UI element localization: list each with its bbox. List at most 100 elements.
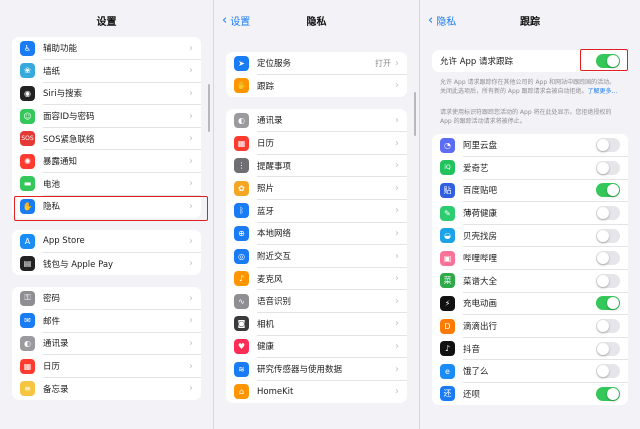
row-label: 充电动画 bbox=[463, 299, 498, 310]
list-item[interactable]: ▣ 哔哩哔哩 bbox=[432, 247, 628, 270]
contacts-icon: ◐ bbox=[20, 335, 35, 351]
tracking-toggle[interactable] bbox=[596, 160, 620, 175]
chevron-right-icon: › bbox=[189, 337, 193, 349]
wallet-icon: ▤ bbox=[20, 256, 35, 272]
list-item[interactable]: ▦ 日历 › bbox=[12, 355, 201, 378]
list-item[interactable]: ♥ 健康 › bbox=[226, 335, 407, 358]
sos-icon: SOS bbox=[20, 131, 35, 147]
row-label: 备忘录 bbox=[43, 384, 69, 395]
chevron-right-icon: › bbox=[189, 383, 193, 395]
list-item[interactable]: 贴百度贴吧 bbox=[432, 179, 628, 202]
back-button[interactable]: ‹ 隐私 bbox=[428, 0, 456, 40]
chevron-right-icon: › bbox=[189, 87, 193, 99]
list-item[interactable]: 菜菜谱大全 bbox=[432, 270, 628, 293]
scrollbar[interactable] bbox=[414, 92, 416, 136]
tracking-apps-group: ◔ 阿里云盘 iQ 爱奇艺贴百度贴吧 ✎ 薄荷健康 ◒ 贝壳找房 ▣ 哔哩哔哩菜菜谱大全 ⚡ 充电动画… bbox=[432, 134, 628, 406]
list-item[interactable]: ∿ 语音识别 › bbox=[226, 290, 407, 313]
chevron-right-icon: › bbox=[395, 205, 399, 217]
list-item[interactable]: ⋮ 提醒事项 › bbox=[226, 154, 407, 177]
chevron-right-icon: › bbox=[395, 318, 399, 330]
calendar-icon: ▦ bbox=[234, 135, 249, 151]
tracking-toggle[interactable] bbox=[596, 296, 620, 311]
list-item[interactable]: ◉ Siri与搜索 › bbox=[12, 82, 201, 105]
list-item[interactable]: ≋ 研究传感器与使用数据 › bbox=[226, 358, 407, 381]
chevron-left-icon: ‹ bbox=[428, 12, 434, 28]
list-item[interactable]: ⚡ 充电动画 bbox=[432, 292, 628, 315]
list-item[interactable]: e 饿了么 bbox=[432, 360, 628, 383]
exposure-icon: ✺ bbox=[20, 153, 35, 169]
tieba-icon: 贴 bbox=[440, 182, 455, 198]
list-item[interactable]: ☺ 面容ID与密码 › bbox=[12, 105, 201, 128]
chevron-right-icon: › bbox=[395, 340, 399, 352]
tracking-toggle[interactable] bbox=[596, 228, 620, 243]
list-item[interactable]: ✿ 照片 › bbox=[226, 177, 407, 200]
scrollbar[interactable] bbox=[208, 84, 210, 132]
wallpaper-icon: ❀ bbox=[20, 63, 35, 79]
tracking-toggle[interactable] bbox=[596, 138, 620, 153]
allow-tracking-toggle[interactable] bbox=[596, 54, 620, 68]
reminders-icon: ⋮ bbox=[234, 158, 249, 174]
row-label: 抖音 bbox=[463, 344, 481, 355]
list-item[interactable]: ⊕ 本地网络 › bbox=[226, 222, 407, 245]
list-item[interactable]: ◎ 附近交互 › bbox=[226, 245, 407, 268]
page-title: 隐私 bbox=[306, 16, 327, 28]
notes-icon: ≡ bbox=[20, 381, 35, 397]
list-item[interactable]: ♿ 辅助功能 › bbox=[12, 37, 201, 60]
list-item[interactable]: SOS SOS紧急联络 › bbox=[12, 127, 201, 150]
row-label: 研究传感器与使用数据 bbox=[257, 365, 343, 376]
chevron-right-icon: › bbox=[189, 315, 193, 327]
list-item[interactable]: ◒ 贝壳找房 bbox=[432, 224, 628, 247]
row-label: 照片 bbox=[257, 184, 275, 195]
tracking-toggle[interactable] bbox=[596, 251, 620, 266]
tracking-toggle[interactable] bbox=[596, 341, 620, 356]
douyin-icon: ♪ bbox=[440, 341, 455, 357]
appstore-icon: A bbox=[20, 233, 35, 249]
list-item[interactable]: ♪ 抖音 bbox=[432, 337, 628, 360]
local-network-icon: ⊕ bbox=[234, 225, 249, 241]
list-item[interactable]: ✋ 跟踪 › bbox=[226, 75, 407, 98]
list-item[interactable]: D 滴滴出行 bbox=[432, 315, 628, 338]
camera-icon: ◙ bbox=[234, 316, 249, 332]
recipes-icon: 菜 bbox=[440, 273, 455, 289]
tracking-toggle[interactable] bbox=[596, 319, 620, 334]
list-item[interactable]: ✺ 暴露通知 › bbox=[12, 150, 201, 173]
list-item[interactable]: ◐ 通讯录 › bbox=[226, 109, 407, 132]
list-item[interactable]: ▦ 日历 › bbox=[226, 132, 407, 155]
health-icon: ♥ bbox=[234, 338, 249, 354]
mint-health-icon: ✎ bbox=[440, 205, 455, 221]
list-item[interactable]: ❀ 墙纸 › bbox=[12, 60, 201, 83]
list-item[interactable]: ◙ 相机 › bbox=[226, 313, 407, 336]
list-item[interactable]: ➤ 定位服务 打开 › bbox=[226, 52, 407, 75]
list-item[interactable]: ▬ 电池 › bbox=[12, 173, 201, 196]
speech-icon: ∿ bbox=[234, 293, 249, 309]
learn-more-link[interactable]: 了解更多… bbox=[588, 88, 618, 95]
list-item[interactable]: ⌂ HomeKit › bbox=[226, 380, 407, 403]
list-item[interactable]: ✋ 隐私 › bbox=[12, 195, 201, 218]
list-item[interactable]: ✎ 薄荷健康 bbox=[432, 202, 628, 225]
privacy-pane: ‹ 设置 隐私 ➤ 定位服务 打开 › ✋ 跟踪 › ◐ 通讯录 › ▦ 日历 › ⋮ 提醒事项 › ✿ 照片 › ᛒ… bbox=[214, 0, 420, 429]
list-item[interactable]: ≡ 备忘录 › bbox=[12, 377, 201, 400]
tracking-toggle[interactable] bbox=[596, 206, 620, 221]
back-button[interactable]: ‹ 设置 bbox=[222, 0, 250, 40]
list-item[interactable]: ⚿ 密码 › bbox=[12, 287, 201, 310]
list-item[interactable]: ✉ 邮件 › bbox=[12, 310, 201, 333]
list-item[interactable]: ᛒ 蓝牙 › bbox=[226, 200, 407, 223]
list-item[interactable]: ◔ 阿里云盘 bbox=[432, 134, 628, 157]
list-item[interactable]: A App Store › bbox=[12, 230, 201, 253]
list-item[interactable]: ◐ 通讯录 › bbox=[12, 332, 201, 355]
row-label: 相机 bbox=[257, 319, 275, 330]
beike-icon: ◒ bbox=[440, 228, 455, 244]
settings-navbar: 设置 bbox=[0, 0, 213, 40]
row-label: 附近交互 bbox=[257, 252, 292, 263]
tracking-toggle[interactable] bbox=[596, 183, 620, 198]
tracking-toggle[interactable] bbox=[596, 386, 620, 401]
list-item[interactable]: iQ 爱奇艺 bbox=[432, 157, 628, 180]
tracking-toggle[interactable] bbox=[596, 364, 620, 379]
list-item[interactable]: ♪ 麦克风 › bbox=[226, 267, 407, 290]
tracking-toggle[interactable] bbox=[596, 273, 620, 288]
list-item[interactable]: ▤ 钱包与 Apple Pay › bbox=[12, 252, 201, 275]
row-label: 隐私 bbox=[43, 202, 61, 213]
chevron-right-icon: › bbox=[189, 42, 193, 54]
list-item[interactable]: 还还呗 bbox=[432, 383, 628, 406]
settings-group-general: ♿ 辅助功能 › ❀ 墙纸 › ◉ Siri与搜索 › ☺ 面容ID与密码 › SOS SOS紧急联络 › ✺… bbox=[12, 37, 201, 218]
